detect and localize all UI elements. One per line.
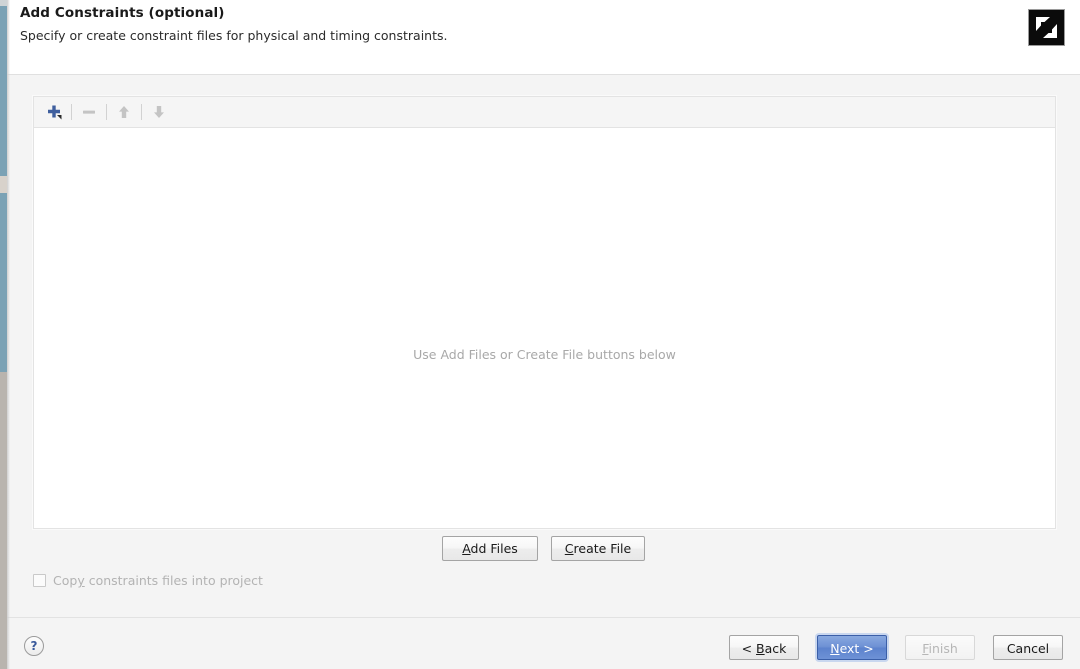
parent-dialog-left-edge-lower bbox=[0, 372, 7, 669]
parent-dialog-edge-gap bbox=[0, 176, 7, 193]
toolbar-separator-3 bbox=[141, 104, 142, 120]
add-files-mnemonic: A bbox=[462, 541, 471, 556]
next-button[interactable]: Next > bbox=[817, 635, 887, 660]
toolbar-separator-1 bbox=[71, 104, 72, 120]
finish-label: inish bbox=[928, 641, 958, 656]
constraints-file-list[interactable]: Use Add Files or Create File buttons bel… bbox=[34, 128, 1055, 527]
copy-constraints-mnemonic: y bbox=[77, 573, 85, 588]
copy-constraints-label: Copy constraints files into project bbox=[53, 573, 263, 588]
copy-constraints-label-before: Cop bbox=[53, 573, 78, 588]
next-mnemonic: N bbox=[830, 641, 840, 656]
back-mnemonic: B bbox=[756, 641, 765, 656]
cancel-button[interactable]: Cancel bbox=[993, 635, 1063, 660]
next-label: ext > bbox=[839, 641, 874, 656]
constraints-file-list-panel: Use Add Files or Create File buttons bel… bbox=[33, 96, 1056, 529]
dialog-body: Use Add Files or Create File buttons bel… bbox=[7, 75, 1080, 617]
page-title: Add Constraints (optional) bbox=[20, 5, 225, 21]
move-down-button[interactable] bbox=[146, 100, 172, 124]
create-file-label: reate File bbox=[573, 541, 632, 556]
parent-dialog-edge-gap-top bbox=[0, 0, 7, 6]
question-mark-icon[interactable]: ? bbox=[24, 636, 44, 656]
add-sources-button[interactable] bbox=[41, 100, 67, 124]
move-up-button[interactable] bbox=[111, 100, 137, 124]
constraints-toolbar bbox=[34, 97, 1055, 128]
dialog-footer: ? < Back Next > Finish Cancel bbox=[7, 618, 1080, 669]
file-action-buttons: Add Files Create File bbox=[7, 536, 1080, 561]
dialog-header: Add Constraints (optional) Specify or cr… bbox=[7, 0, 1080, 74]
empty-list-message: Use Add Files or Create File buttons bel… bbox=[413, 347, 676, 362]
page-subtitle: Specify or create constraint files for p… bbox=[20, 28, 448, 43]
copy-constraints-checkbox[interactable] bbox=[33, 574, 46, 587]
remove-sources-button[interactable] bbox=[76, 100, 102, 124]
copy-constraints-row[interactable]: Copy constraints files into project bbox=[33, 573, 263, 588]
create-file-mnemonic: C bbox=[564, 541, 574, 556]
back-button[interactable]: < Back bbox=[729, 635, 799, 660]
help-glyph: ? bbox=[30, 639, 38, 653]
copy-constraints-label-after: constraints files into project bbox=[84, 573, 263, 588]
left-edge-shadow bbox=[7, 0, 10, 669]
back-prefix: < bbox=[741, 641, 757, 656]
wizard-navigation-buttons: < Back Next > Finish Cancel bbox=[729, 635, 1063, 660]
toolbar-separator-2 bbox=[106, 104, 107, 120]
create-file-button[interactable]: Create File bbox=[551, 536, 645, 561]
amd-logo-icon bbox=[1028, 9, 1065, 46]
finish-button[interactable]: Finish bbox=[905, 635, 975, 660]
back-label: ack bbox=[764, 641, 787, 656]
add-files-label: dd Files bbox=[470, 541, 518, 556]
add-files-button[interactable]: Add Files bbox=[442, 536, 538, 561]
